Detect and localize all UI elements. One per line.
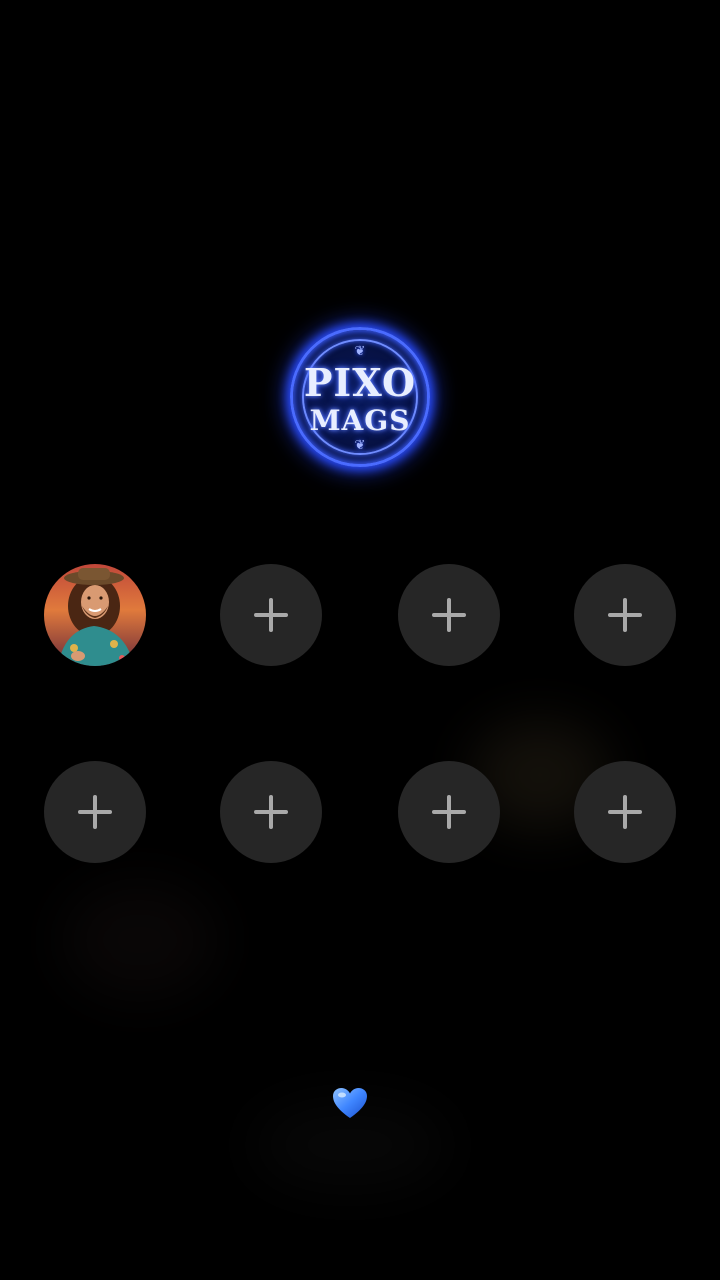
heart-shape (333, 1088, 367, 1118)
add-slot-button[interactable] (220, 761, 322, 863)
add-slot-button[interactable] (398, 564, 500, 666)
add-slot-button[interactable] (220, 564, 322, 666)
avatar-portrait (44, 564, 146, 666)
add-slot-button[interactable] (44, 761, 146, 863)
blue-heart-icon[interactable] (331, 1086, 369, 1120)
logo-line-2: MAGS (309, 404, 411, 437)
pixo-mags-logo: ❦ PIXO MAGS ❦ (290, 327, 430, 467)
background-blur (60, 880, 220, 1000)
logo-ornament-top: ❦ (354, 344, 366, 359)
user-avatar[interactable] (44, 564, 146, 666)
plus-icon (254, 795, 288, 829)
logo-line-1: PIXO (303, 360, 417, 405)
plus-icon (78, 795, 112, 829)
plus-icon (432, 795, 466, 829)
plus-icon (432, 598, 466, 632)
plus-icon (608, 598, 642, 632)
add-slot-button[interactable] (574, 564, 676, 666)
app-screen: ❦ PIXO MAGS ❦ (0, 0, 720, 1280)
add-slot-button[interactable] (398, 761, 500, 863)
plus-icon (254, 598, 288, 632)
logo-ornament-bottom: ❦ (354, 438, 366, 453)
add-slot-button[interactable] (574, 761, 676, 863)
plus-icon (608, 795, 642, 829)
